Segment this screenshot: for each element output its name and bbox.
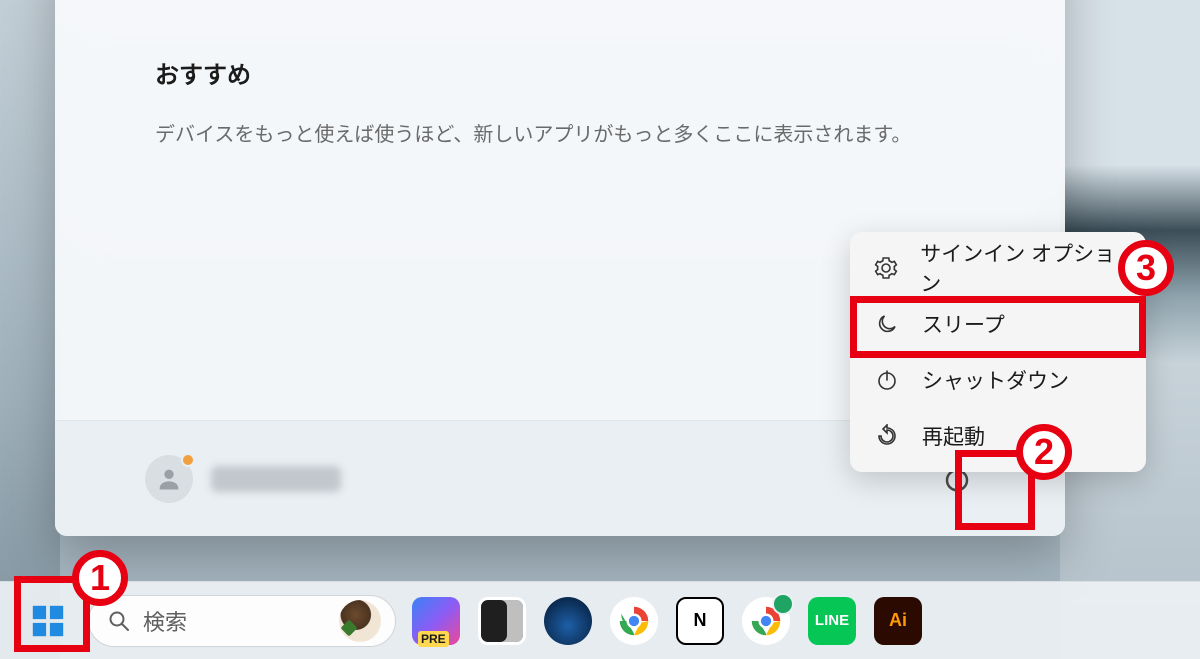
menu-item-shutdown[interactable]: シャットダウン	[850, 352, 1146, 408]
illustrator-icon: Ai	[874, 597, 922, 645]
menu-item-restart[interactable]: 再起動	[850, 408, 1146, 464]
taskbar-app-copilot[interactable]	[410, 595, 462, 647]
taskbar-task-view[interactable]	[476, 595, 528, 647]
taskbar-app-illustrator[interactable]: Ai	[872, 595, 924, 647]
start-button[interactable]	[22, 595, 74, 647]
restart-icon	[874, 423, 900, 449]
recommended-section: おすすめ デバイスをもっと使えば使うほど、新しいアプリがもっと多くここに表示され…	[155, 55, 965, 150]
menu-item-label: サインイン オプション	[920, 238, 1122, 298]
line-icon: LINE	[808, 597, 856, 645]
menu-item-sleep[interactable]: スリープ	[850, 296, 1146, 352]
copilot-icon	[412, 597, 460, 645]
menu-item-label: シャットダウン	[922, 365, 1069, 395]
recommended-body: デバイスをもっと使えば使うほど、新しいアプリがもっと多くここに表示されます。	[155, 120, 965, 150]
person-icon	[155, 465, 183, 493]
user-display-name-blurred	[211, 466, 341, 492]
taskbar-search[interactable]: 検索	[88, 595, 396, 647]
chrome-icon	[610, 597, 658, 645]
windows-icon	[29, 602, 67, 640]
thunderbird-icon	[544, 597, 592, 645]
chrome-profile-icon	[742, 597, 790, 645]
power-menu: サインイン オプション スリープ シャットダウン 再起動	[850, 232, 1146, 472]
taskbar-app-thunderbird[interactable]	[542, 595, 594, 647]
recommended-title: おすすめ	[155, 55, 965, 90]
taskbar-app-notion[interactable]: N	[674, 595, 726, 647]
menu-item-signin-options[interactable]: サインイン オプション	[850, 240, 1146, 296]
menu-item-label: 再起動	[922, 421, 985, 451]
gear-icon	[874, 255, 898, 281]
search-placeholder: 検索	[143, 605, 327, 637]
notion-icon: N	[676, 597, 724, 645]
wallpaper-left	[0, 0, 60, 659]
task-view-icon	[478, 597, 526, 645]
power-icon	[874, 367, 900, 393]
search-highlight-icon	[339, 600, 381, 642]
menu-item-label: スリープ	[922, 309, 1005, 339]
avatar-status-dot	[181, 453, 195, 467]
taskbar-app-chrome[interactable]	[608, 595, 660, 647]
taskbar-app-chrome-profile[interactable]	[740, 595, 792, 647]
search-icon	[107, 609, 131, 633]
taskbar: 検索 N LINE Ai	[0, 581, 1200, 659]
moon-icon	[874, 311, 900, 337]
user-account-button[interactable]	[145, 455, 341, 503]
avatar	[145, 455, 193, 503]
taskbar-app-line[interactable]: LINE	[806, 595, 858, 647]
